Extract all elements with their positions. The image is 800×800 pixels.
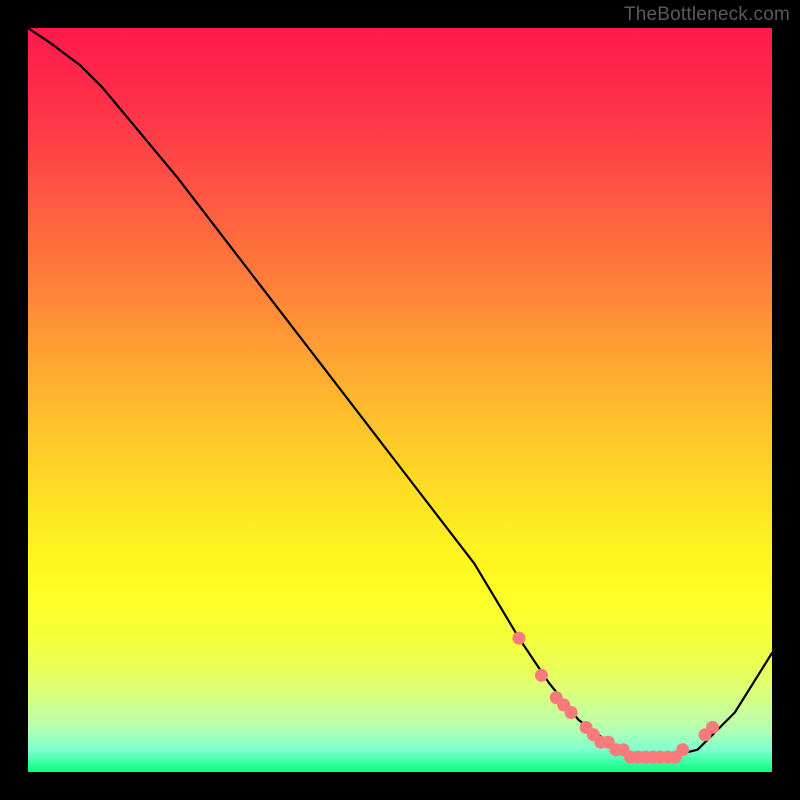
chart-svg — [28, 28, 772, 772]
data-points — [513, 632, 720, 764]
data-point — [565, 706, 578, 719]
bottleneck-curve — [28, 28, 772, 757]
data-point — [706, 721, 719, 734]
data-point — [676, 743, 689, 756]
data-point — [535, 669, 548, 682]
watermark-text: TheBottleneck.com — [624, 4, 790, 26]
data-point — [513, 632, 526, 645]
chart-frame: TheBottleneck.com — [0, 0, 800, 800]
plot-area — [28, 28, 772, 772]
